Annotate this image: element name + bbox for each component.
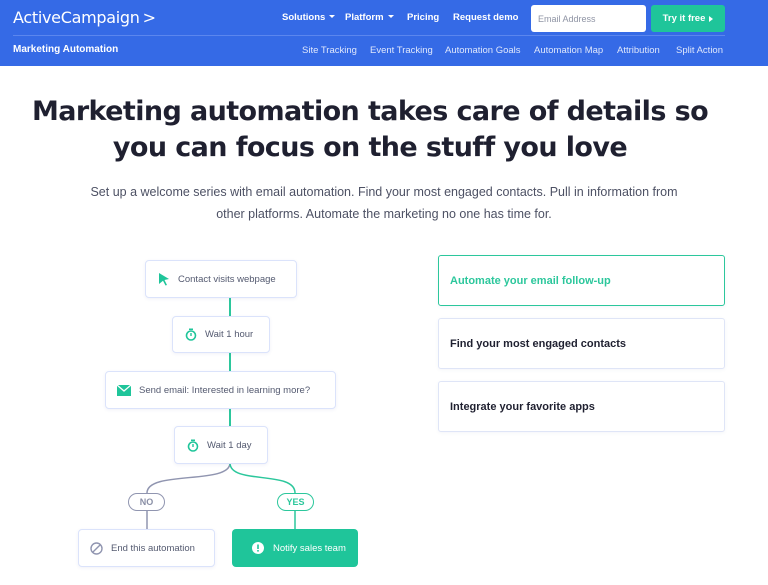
- branch-no-label: NO: [128, 493, 165, 511]
- stopwatch-icon: [185, 328, 197, 341]
- workflow-step-wait-hour[interactable]: Wait 1 hour: [172, 316, 270, 353]
- branch-line-yes: [229, 462, 296, 494]
- feature-card-email-follow-up[interactable]: Automate your email follow-up: [438, 255, 725, 306]
- workflow-step-wait-day[interactable]: Wait 1 day: [174, 426, 268, 464]
- step-label: Wait 1 hour: [205, 329, 254, 340]
- feature-card-integrate-apps[interactable]: Integrate your favorite apps: [438, 381, 725, 432]
- branch-yes-label: YES: [277, 493, 314, 511]
- step-label: Contact visits webpage: [178, 273, 276, 285]
- exclamation-icon: [252, 542, 264, 554]
- feature-card-engaged-contacts[interactable]: Find your most engaged contacts: [438, 318, 725, 369]
- workflow-step-trigger[interactable]: Contact visits webpage: [145, 260, 297, 298]
- cursor-icon: [158, 272, 170, 286]
- step-label: Notify sales team: [273, 542, 346, 554]
- workflow-step-send-email[interactable]: Send email: Interested in learning more?: [105, 371, 336, 409]
- step-label: Wait 1 day: [207, 439, 252, 451]
- prohibited-icon: [90, 541, 103, 555]
- step-label: End this automation: [111, 542, 195, 554]
- branch-line-no: [146, 462, 231, 494]
- stopwatch-icon: [187, 439, 199, 452]
- step-label: Send email: Interested in learning more?: [139, 384, 311, 396]
- workflow-notify-sales[interactable]: Notify sales team: [232, 529, 358, 567]
- envelope-icon: [117, 384, 131, 396]
- workflow-end-automation[interactable]: End this automation: [78, 529, 215, 567]
